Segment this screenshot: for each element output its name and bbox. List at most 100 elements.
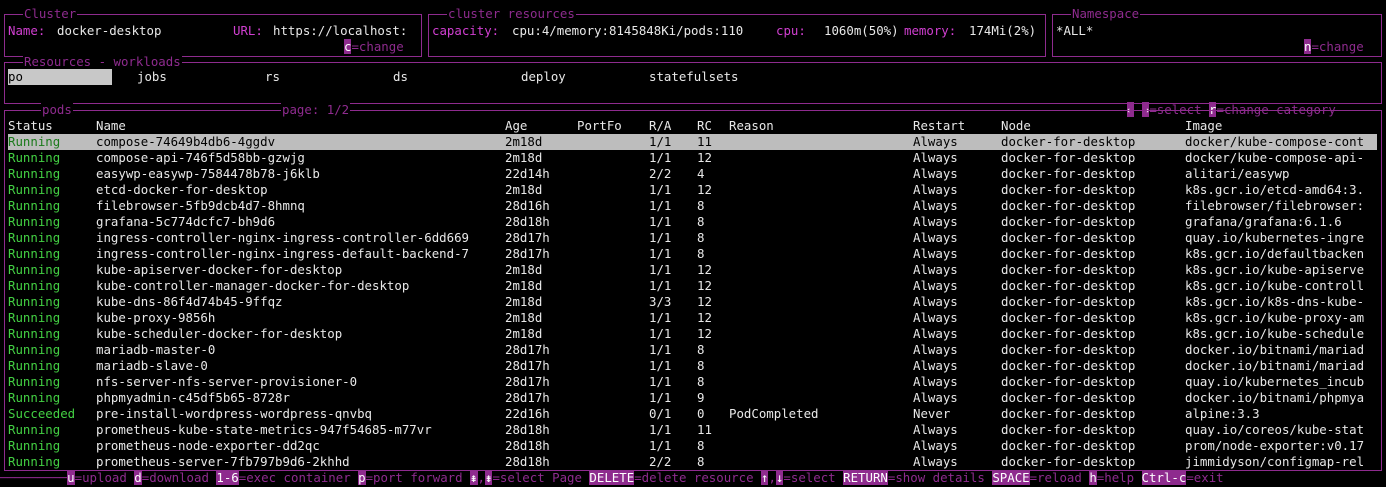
footer-key-desc: =show details	[887, 470, 993, 485]
cpu-value: 1060m(50%)	[824, 23, 899, 38]
ra-cell: 1/1	[649, 342, 672, 357]
rc-cell: 8	[697, 198, 705, 213]
name-cell: nfs-server-nfs-server-provisioner-0	[96, 374, 358, 389]
age-cell: 22d16h	[505, 406, 550, 421]
footer-key-desc: =reload	[1029, 470, 1090, 485]
restart-cell: Always	[913, 246, 958, 261]
image-cell: quay.io/kubernetes_incub	[1185, 374, 1365, 389]
table-row[interactable]: Running prometheus-node-exporter-dd2qc 28d…	[8, 438, 1377, 454]
footer-key[interactable]: h	[1089, 470, 1097, 485]
image-cell: docker.io/bitnami/mariad	[1185, 342, 1365, 357]
table-row[interactable]: Running mariadb-slave-0 28d17h 1/1 8 Always do…	[8, 358, 1377, 374]
footer-key[interactable]: p	[358, 470, 366, 485]
status-cell: Running	[8, 134, 61, 149]
status-cell: Running	[8, 326, 61, 341]
image-cell: docker/kube-compose-cont	[1185, 134, 1365, 149]
name-cell: grafana-5c774dcfc7-bh9d6	[96, 214, 276, 229]
footer-key[interactable]: DELETE	[589, 470, 635, 485]
table-row[interactable]: Running compose-api-746f5d58bb-gzwjg 2m18d…	[8, 150, 1377, 166]
image-cell: k8s.gcr.io/kube-apiserve	[1185, 262, 1365, 277]
table-row[interactable]: Running kube-scheduler-docker-for-desktop…	[8, 326, 1377, 342]
status-cell: Running	[8, 166, 61, 181]
status-cell: Running	[8, 198, 61, 213]
age-cell: 2m18d	[505, 294, 543, 309]
pods-legend: pods	[41, 102, 73, 118]
memory-label: memory:	[904, 23, 957, 38]
image-cell: k8s.gcr.io/k8s-dns-kube-	[1185, 294, 1365, 309]
age-cell: 2m18d	[505, 150, 543, 165]
namespace-change-hint[interactable]: n=change	[1304, 39, 1364, 55]
table-row[interactable]: Running etcd-docker-for-desktop 2m18d 1/1 12…	[8, 182, 1377, 198]
rc-cell: 12	[697, 278, 712, 293]
namespace-legend: Namespace	[1071, 6, 1141, 22]
footer-key[interactable]: ⇞	[470, 470, 478, 485]
image-cell: alpine:3.3	[1185, 406, 1260, 421]
cluster-resources-legend: cluster resources	[447, 6, 576, 22]
table-row[interactable]: Running ingress-controller-nginx-ingress-…	[8, 246, 1377, 262]
node-cell: docker-for-desktop	[1001, 198, 1136, 213]
tab-rs[interactable]: rs	[265, 69, 280, 85]
age-cell: 2m18d	[505, 326, 543, 341]
name-cell: ingress-controller-nginx-ingress-default…	[96, 246, 469, 261]
col-reason: Reason	[729, 118, 774, 133]
image-cell: filebrowser/filebrowser:	[1185, 198, 1365, 213]
table-row[interactable]: Running kube-controller-manager-docker-fo…	[8, 278, 1377, 294]
table-row[interactable]: Succeeded pre-install-wordpress-wordpress…	[8, 406, 1377, 422]
rc-cell: 8	[697, 358, 705, 373]
table-row[interactable]: Running prometheus-kube-state-metrics-947…	[8, 422, 1377, 438]
tab-statefulsets[interactable]: statefulsets	[649, 69, 739, 85]
tab-ds[interactable]: ds	[393, 69, 408, 85]
table-row[interactable]: Running easywp-easywp-7584478b78-j6klb 22d…	[8, 166, 1377, 182]
restart-cell: Always	[913, 134, 958, 149]
restart-cell: Always	[913, 150, 958, 165]
rc-cell: 8	[697, 246, 705, 261]
tab-deploy[interactable]: deploy	[521, 69, 566, 85]
footer-key-desc: =select Page	[492, 470, 590, 485]
cluster-change-hint[interactable]: c=change	[344, 39, 404, 55]
footer-key[interactable]: d	[134, 470, 142, 485]
node-cell: docker-for-desktop	[1001, 246, 1136, 261]
restart-cell: Always	[913, 390, 958, 405]
table-row[interactable]: Running compose-74649b4db6-4ggdv 2m18d 1/1 1…	[8, 134, 1377, 150]
footer-key[interactable]: SPACE	[992, 470, 1030, 485]
footer-key[interactable]: 1-6	[216, 470, 239, 485]
status-cell: Running	[8, 246, 61, 261]
ra-cell: 1/1	[649, 438, 672, 453]
tab-po[interactable]: po	[8, 69, 112, 85]
name-cell: pre-install-wordpress-wordpress-qnvbq	[96, 406, 373, 421]
name-cell: kube-apiserver-docker-for-desktop	[96, 262, 343, 277]
table-row[interactable]: Running grafana-5c774dcfc7-bh9d6 28d18h 1/1…	[8, 214, 1377, 230]
table-row[interactable]: Running nfs-server-nfs-server-provisioner…	[8, 374, 1377, 390]
image-cell: k8s.gcr.io/kube-schedule	[1185, 326, 1365, 341]
restart-cell: Always	[913, 278, 958, 293]
image-cell: k8s.gcr.io/kube-controll	[1185, 278, 1365, 293]
status-cell: Running	[8, 358, 61, 373]
node-cell: docker-for-desktop	[1001, 214, 1136, 229]
table-row[interactable]: Running prometheus-server-7fb797b9d6-2khh…	[8, 454, 1377, 470]
ra-cell: 1/1	[649, 214, 672, 229]
col-rc: RC	[697, 118, 712, 133]
node-cell: docker-for-desktop	[1001, 278, 1136, 293]
status-cell: Running	[8, 278, 61, 293]
footer-key[interactable]: RETURN	[843, 470, 888, 485]
footer-key[interactable]: Ctrl-c	[1141, 470, 1187, 485]
restart-cell: Always	[913, 310, 958, 325]
footer-key-desc: =select	[783, 470, 844, 485]
tab-jobs[interactable]: jobs	[137, 69, 167, 85]
restart-cell: Always	[913, 230, 958, 245]
table-row[interactable]: Running kube-proxy-9856h 2m18d 1/1 12 Always d…	[8, 310, 1377, 326]
ra-cell: 1/1	[649, 374, 672, 389]
ra-cell: 3/3	[649, 294, 672, 309]
footer-key-desc: =help	[1096, 470, 1142, 485]
restart-cell: Never	[913, 406, 951, 421]
ra-cell: 1/1	[649, 390, 672, 405]
table-row[interactable]: Running mariadb-master-0 28d17h 1/1 8 Always d…	[8, 342, 1377, 358]
table-row[interactable]: Running kube-apiserver-docker-for-desktop…	[8, 262, 1377, 278]
table-row[interactable]: Running kube-dns-86f4d74b45-9ffqz 2m18d 3/3…	[8, 294, 1377, 310]
table-row[interactable]: Running ingress-controller-nginx-ingress-…	[8, 230, 1377, 246]
ra-cell: 1/1	[649, 422, 672, 437]
table-row[interactable]: Running filebrowser-5fb9dcb4d7-8hmnq 28d16…	[8, 198, 1377, 214]
node-cell: docker-for-desktop	[1001, 294, 1136, 309]
table-row[interactable]: Running phpmyadmin-c45df5b65-8728r 28d17h 1…	[8, 390, 1377, 406]
footer-key[interactable]: u	[67, 470, 75, 485]
